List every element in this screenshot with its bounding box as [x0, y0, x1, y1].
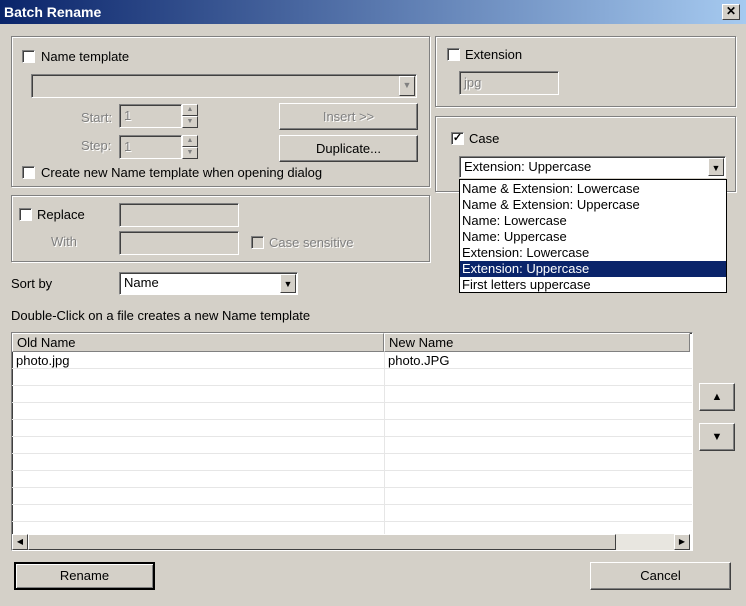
table-row — [12, 369, 692, 386]
spin-up-icon[interactable]: ▲ — [182, 104, 198, 116]
title-bar: Batch Rename ✕ — [0, 0, 746, 24]
step-spinner[interactable]: ▲ ▼ — [182, 135, 198, 159]
horizontal-scrollbar[interactable]: ◀ ▶ — [12, 534, 690, 550]
table-row — [12, 454, 692, 471]
table-row — [12, 403, 692, 420]
move-up-icon: ▲ — [711, 391, 723, 403]
move-down-icon: ▼ — [711, 431, 723, 443]
cancel-button[interactable]: Cancel — [590, 562, 731, 590]
table-row[interactable]: photo.jpg photo.JPG — [12, 352, 692, 369]
table-row — [12, 488, 692, 505]
insert-button[interactable]: Insert >> — [279, 103, 418, 130]
column-header-old-name[interactable]: Old Name — [12, 333, 384, 352]
step-value: 1 — [124, 139, 132, 154]
extension-input[interactable]: jpg — [459, 71, 559, 95]
column-header-new-name[interactable]: New Name — [384, 333, 690, 352]
scroll-thumb[interactable] — [28, 534, 616, 550]
start-spinner[interactable]: ▲ ▼ — [182, 104, 198, 128]
table-row — [12, 471, 692, 488]
move-up-button[interactable]: ▲ — [699, 383, 735, 411]
start-input[interactable]: 1 — [119, 104, 182, 128]
rename-button[interactable]: Rename — [14, 562, 155, 590]
sort-by-label: Sort by — [11, 276, 53, 291]
with-input[interactable] — [119, 231, 239, 255]
case-label: Case — [469, 131, 500, 146]
case-sensitive-label: Case sensitive — [269, 235, 354, 250]
case-sensitive-checkbox[interactable] — [251, 236, 264, 249]
case-option[interactable]: Extension: Lowercase — [460, 245, 726, 261]
start-value: 1 — [124, 108, 132, 123]
chevron-down-icon[interactable]: ▼ — [280, 274, 296, 293]
case-option-selected[interactable]: Extension: Uppercase — [460, 261, 726, 277]
table-row — [12, 505, 692, 522]
table-row — [12, 437, 692, 454]
case-option[interactable]: Name: Uppercase — [460, 229, 726, 245]
extension-value: jpg — [464, 75, 482, 90]
create-new-template-label: Create new Name template when opening di… — [41, 165, 323, 180]
spin-up-icon[interactable]: ▲ — [182, 135, 198, 147]
file-table[interactable]: Old Name New Name photo.jpg photo.JPG ◀ … — [11, 332, 693, 551]
scroll-right-icon[interactable]: ▶ — [674, 534, 690, 550]
sort-by-value: Name — [124, 275, 159, 290]
step-label: Step: — [81, 138, 112, 153]
extension-checkbox[interactable] — [447, 48, 460, 61]
name-template-checkbox[interactable] — [22, 50, 35, 63]
sort-by-select[interactable]: Name ▼ — [119, 272, 298, 295]
spin-down-icon[interactable]: ▼ — [182, 147, 198, 159]
case-select-value: Extension: Uppercase — [464, 159, 592, 174]
step-input[interactable]: 1 — [119, 135, 182, 159]
case-option[interactable]: Name & Extension: Uppercase — [460, 197, 726, 213]
old-name-cell: photo.jpg — [16, 353, 70, 368]
case-checkbox[interactable]: ✓ — [451, 132, 464, 145]
new-name-cell: photo.JPG — [388, 353, 450, 368]
table-row — [12, 420, 692, 437]
close-icon[interactable]: ✕ — [722, 4, 740, 20]
hint-text: Double-Click on a file creates a new Nam… — [11, 308, 311, 323]
scroll-left-icon[interactable]: ◀ — [12, 534, 28, 550]
case-option[interactable]: Name: Lowercase — [460, 213, 726, 229]
replace-label: Replace — [37, 207, 85, 222]
case-select[interactable]: Extension: Uppercase ▼ — [459, 156, 726, 178]
spin-down-icon[interactable]: ▼ — [182, 116, 198, 128]
replace-checkbox[interactable] — [19, 208, 32, 221]
name-template-select[interactable]: ▼ — [31, 74, 417, 98]
move-down-button[interactable]: ▼ — [699, 423, 735, 451]
case-dropdown-list: Name & Extension: Lowercase Name & Exten… — [459, 179, 727, 293]
create-new-template-checkbox[interactable] — [22, 166, 35, 179]
insert-button-label: Insert >> — [322, 109, 375, 124]
replace-input[interactable] — [119, 203, 239, 227]
with-label: With — [51, 234, 77, 249]
table-row — [12, 386, 692, 403]
chevron-down-icon[interactable]: ▼ — [708, 158, 724, 176]
extension-label: Extension — [465, 47, 523, 62]
duplicate-button[interactable]: Duplicate... — [279, 135, 418, 162]
chevron-down-icon[interactable]: ▼ — [399, 76, 415, 96]
case-option[interactable]: Name & Extension: Lowercase — [460, 181, 726, 197]
name-template-label: Name template — [41, 49, 130, 64]
start-label: Start: — [81, 110, 113, 125]
case-option[interactable]: First letters uppercase — [460, 277, 726, 293]
window-title: Batch Rename — [4, 4, 102, 20]
